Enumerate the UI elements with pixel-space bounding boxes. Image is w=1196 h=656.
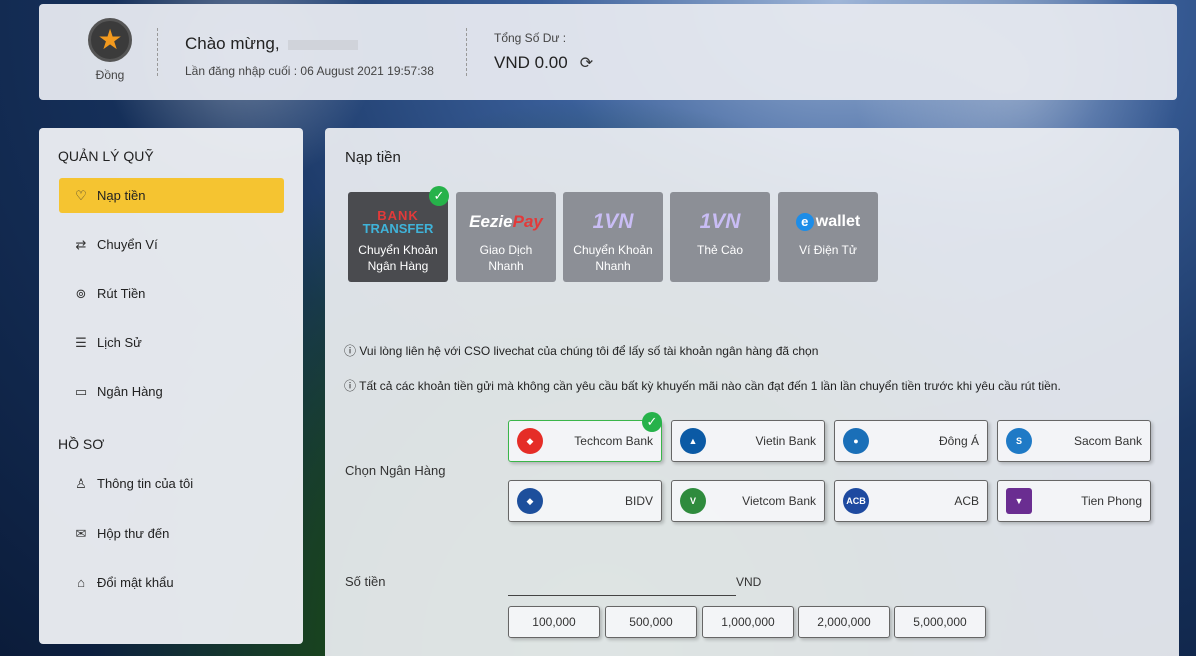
method-scratch-card[interactable]: 1VN Thẻ Cào (670, 192, 770, 282)
user-icon: ♙ (75, 475, 87, 491)
sidebar-item-inbox[interactable]: ✉ Hộp thư đến (59, 516, 284, 551)
method-label: Giao Dịch (479, 243, 533, 257)
sidebar-item-label: Chuyển Ví (97, 237, 158, 252)
bank-name: Vietcom Bank (742, 494, 816, 508)
amount-chip[interactable]: 500,000 (605, 606, 697, 638)
vietcombank-logo: V (680, 488, 706, 514)
amount-label: Số tiền (345, 574, 386, 589)
welcome-block: Chào mừng, Lần đăng nhập cuối : 06 Augus… (185, 34, 434, 78)
method-bank-transfer[interactable]: BANK TRANSFER Chuyển Khoản Ngân Hàng (348, 192, 448, 282)
bank-name: Tien Phong (1081, 494, 1142, 508)
method-label: Ngân Hàng (367, 259, 429, 273)
method-label: Chuyển Khoản (573, 243, 653, 257)
bank-name: Techcom Bank (574, 434, 653, 448)
currency-label: VND (736, 575, 762, 589)
bank-option-acb[interactable]: ACB ACB (834, 480, 988, 522)
amount-chip[interactable]: 2,000,000 (798, 606, 890, 638)
sidebar-item-label: Ngân Hàng (97, 384, 163, 399)
sidebar-item-my-info[interactable]: ♙ Thông tin của tôi (59, 466, 284, 501)
fund-section-title: QUẢN LÝ QUỸ (58, 148, 154, 164)
bank-name: ACB (954, 494, 979, 508)
deposit-panel: Nạp tiền BANK TRANSFER Chuyển Khoản Ngân… (325, 128, 1179, 656)
balance-label: Tổng Số Dư : (494, 31, 567, 45)
eeziepay-logo: Eezie Pay (469, 212, 543, 231)
sidebar: QUẢN LÝ QUỸ ♡ Nạp tiền ⇄ Chuyển Ví ⊚ Rút… (39, 128, 303, 644)
bank-option-sacombank[interactable]: S Sacom Bank (997, 420, 1151, 462)
sidebar-item-label: Lịch Sử (97, 335, 142, 350)
coin-icon: ⊚ (75, 285, 87, 301)
balance-value: VND 0.00 (494, 53, 568, 72)
acb-logo: ACB (843, 488, 869, 514)
last-login: Lần đăng nhập cuối : 06 August 2021 19:5… (185, 64, 434, 78)
card-icon: ▭ (74, 383, 88, 399)
tpbank-logo: ▼ (1006, 488, 1032, 514)
method-1vn-transfer[interactable]: 1VN Chuyển Khoản Nhanh (563, 192, 663, 282)
bidv-logo: ◆ (517, 488, 543, 514)
bank-option-vietinbank[interactable]: ▲ Vietin Bank (671, 420, 825, 462)
divider (157, 28, 158, 76)
method-label: Chuyển Khoản (358, 243, 438, 257)
ewallet-logo: e wallet (778, 202, 878, 242)
bank-option-techcombank[interactable]: ◆ Techcom Bank (508, 420, 662, 462)
refresh-icon[interactable]: ⟳ (580, 53, 593, 73)
welcome-text: Chào mừng, (185, 34, 280, 53)
bank-option-vietcombank[interactable]: V Vietcom Bank (671, 480, 825, 522)
method-eeziepay[interactable]: Eezie Pay Giao Dịch Nhanh (456, 192, 556, 282)
rank-badge: ★ Đồng (87, 18, 133, 82)
info-note: ⓘ Vui lòng liên hệ với CSO livechat của … (344, 344, 819, 358)
check-icon: ✓ (429, 186, 449, 206)
bank-select-label: Chọn Ngân Hàng (345, 463, 446, 478)
method-label: Nhanh (595, 259, 631, 273)
method-label: Ví Điện Tử (799, 243, 857, 257)
donga-logo: ● (843, 428, 869, 454)
sidebar-item-transfer[interactable]: ⇄ Chuyển Ví (59, 227, 284, 262)
bank-option-tienphong[interactable]: ▼ Tien Phong (997, 480, 1151, 522)
sidebar-item-label: Rút Tiền (97, 286, 146, 301)
sidebar-item-label: Đổi mật khẩu (97, 575, 174, 590)
username-redacted (288, 39, 359, 50)
rank-label: Đồng (95, 68, 125, 82)
bank-name: Sacom Bank (1073, 434, 1142, 448)
transfer-arrows-icon: ⇄ (75, 236, 87, 252)
amount-chip[interactable]: 100,000 (508, 606, 600, 638)
sacombank-logo: S (1006, 428, 1032, 454)
sidebar-item-label: Thông tin của tôi (97, 476, 194, 491)
method-ewallet[interactable]: e wallet Ví Điện Tử (778, 192, 878, 282)
sidebar-item-bank[interactable]: ▭ Ngân Hàng (59, 374, 284, 409)
bank-name: BIDV (624, 494, 653, 508)
techcombank-logo: ◆ (517, 428, 543, 454)
bank-name: Vietin Bank (755, 434, 817, 448)
account-header: ★ Đồng Chào mừng, Lần đăng nhập cuối : 0… (39, 4, 1177, 100)
method-label: Thẻ Cào (696, 243, 744, 257)
amount-input[interactable] (508, 572, 736, 596)
1vn-card-logo: 1VN (699, 210, 741, 233)
list-icon: ☰ (75, 334, 87, 350)
mail-icon: ✉ (75, 525, 87, 541)
sidebar-item-label: Nạp tiền (97, 188, 146, 203)
divider (466, 28, 467, 76)
lock-icon: ⌂ (77, 575, 85, 590)
check-icon: ✓ (642, 412, 662, 432)
amount-chip[interactable]: 1,000,000 (702, 606, 794, 638)
profile-section-title: HỒ SƠ (58, 436, 105, 452)
balance-block: Tổng Số Dư : VND 0.00 ⟳ (494, 31, 593, 73)
bank-transfer-logo: BANK TRANSFER (362, 208, 434, 236)
sidebar-item-deposit[interactable]: ♡ Nạp tiền (59, 178, 284, 213)
bank-name: Đông Á (938, 434, 979, 448)
sidebar-item-label: Hộp thư đến (97, 526, 170, 541)
sidebar-item-change-password[interactable]: ⌂ Đổi mật khẩu (59, 565, 284, 600)
method-label: Nhanh (488, 259, 524, 273)
1vn-pay-logo: 1VN (592, 210, 634, 233)
piggy-bank-icon: ♡ (75, 187, 87, 203)
info-note: ⓘ Tất cả các khoản tiền gửi mà không cần… (344, 379, 1061, 393)
page-title: Nạp tiền (345, 149, 401, 166)
amount-chip[interactable]: 5,000,000 (894, 606, 986, 638)
star-icon: ★ (88, 18, 132, 62)
sidebar-item-withdraw[interactable]: ⊚ Rút Tiền (59, 276, 284, 311)
bank-option-donga[interactable]: ● Đông Á (834, 420, 988, 462)
vietinbank-logo: ▲ (680, 428, 706, 454)
sidebar-item-history[interactable]: ☰ Lịch Sử (59, 325, 284, 360)
bank-option-bidv[interactable]: ◆ BIDV (508, 480, 662, 522)
